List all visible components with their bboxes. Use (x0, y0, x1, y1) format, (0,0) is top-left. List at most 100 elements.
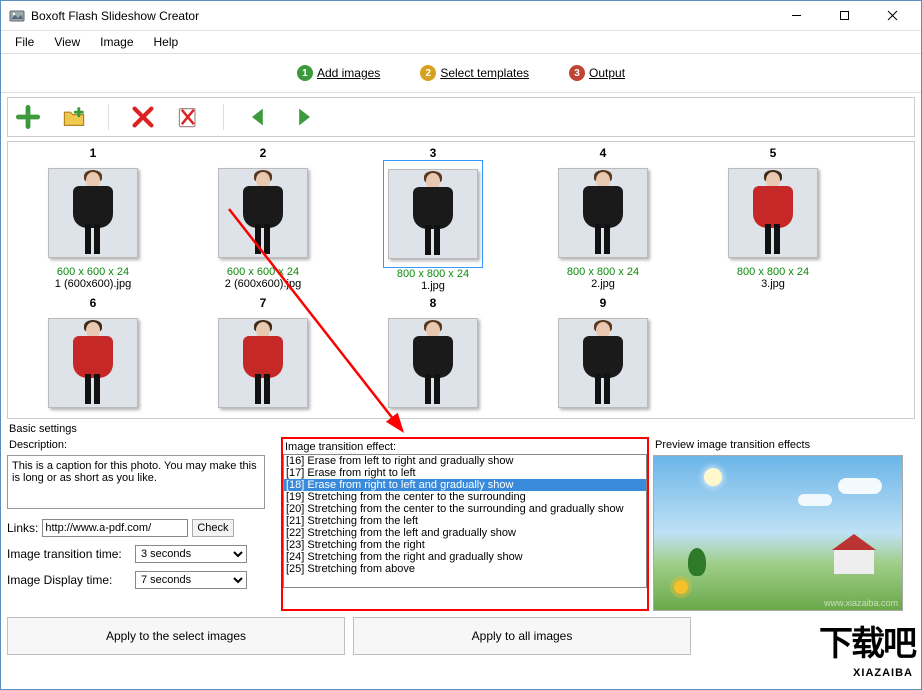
thumbnail-number: 7 (178, 296, 348, 310)
effect-option[interactable]: [21] Stretching from the left (284, 515, 646, 527)
preview-panel: Preview image transition effects www.xia… (653, 437, 905, 611)
thumbnail-item[interactable]: 3 800 x 800 x 241.jpg (348, 146, 518, 292)
effect-option[interactable]: [23] Stretching from the right (284, 539, 646, 551)
thumbnail-number: 2 (178, 146, 348, 160)
effect-option[interactable]: [17] Erase from right to left (284, 467, 646, 479)
thumbnail-image (48, 168, 138, 258)
step-label-1: Add images (317, 66, 380, 80)
display-time-label: Image Display time: (7, 573, 131, 587)
delete-button[interactable] (131, 105, 155, 129)
thumbnail-item[interactable]: 4 800 x 800 x 242.jpg (518, 146, 688, 292)
thumbnail-item[interactable]: 1 600 x 600 x 241 (600x600).jpg (8, 146, 178, 292)
links-input[interactable] (42, 519, 188, 537)
description-label: Description: (9, 439, 277, 451)
check-button[interactable]: Check (192, 519, 233, 537)
watermark-sub: XIAZAIBA (853, 667, 913, 679)
thumbnail-item[interactable]: 9 (518, 296, 688, 416)
thumbnail-filename: 3.jpg (688, 278, 858, 290)
effect-option[interactable]: [25] Stretching from above (284, 563, 646, 575)
maximize-button[interactable] (829, 4, 859, 28)
step-badge-2: 2 (420, 65, 436, 81)
thumbnail-panel[interactable]: 1 600 x 600 x 241 (600x600).jpg 2 600 x 600… (7, 141, 915, 419)
thumbnail-image (558, 318, 648, 408)
thumbnail-filename: 2 (600x600).jpg (178, 278, 348, 290)
thumbnail-dims: 800 x 800 x 24 (348, 268, 518, 280)
effect-listbox[interactable]: [16] Erase from left to right and gradua… (283, 454, 647, 588)
app-icon (9, 8, 25, 24)
prev-button[interactable] (246, 105, 270, 129)
menu-image[interactable]: Image (92, 33, 141, 51)
menu-file[interactable]: File (7, 33, 42, 51)
basic-settings-label: Basic settings (9, 423, 915, 435)
thumbnail-item[interactable]: 5 800 x 800 x 243.jpg (688, 146, 858, 292)
thumbnail-dims: 800 x 800 x 24 (688, 266, 858, 278)
preview-image: www.xiazaiba.com (653, 455, 903, 611)
links-label: Links: (7, 521, 38, 535)
step-badge-3: 3 (569, 65, 585, 81)
thumbnail-number: 6 (8, 296, 178, 310)
apply-select-button[interactable]: Apply to the select images (7, 617, 345, 655)
settings-area: Basic settings Description: This is a ca… (7, 423, 915, 611)
thumbnail-item[interactable]: 6 (8, 296, 178, 416)
thumbnail-image (218, 318, 308, 408)
window-controls (781, 4, 913, 28)
apply-row: Apply to the select images Apply to all … (7, 617, 915, 655)
thumbnail-number: 8 (348, 296, 518, 310)
effect-option[interactable]: [18] Erase from right to left and gradua… (284, 479, 646, 491)
menubar: File View Image Help (1, 31, 921, 53)
step-label-3: Output (589, 66, 625, 80)
apply-all-button[interactable]: Apply to all images (353, 617, 691, 655)
clear-all-button[interactable] (177, 105, 201, 129)
thumbnail-filename: 1.jpg (348, 280, 518, 292)
thumbnail-filename: 1 (600x600).jpg (8, 278, 178, 290)
step-add-images[interactable]: 1 Add images (297, 65, 380, 81)
preview-label: Preview image transition effects (655, 439, 905, 451)
minimize-button[interactable] (781, 4, 811, 28)
thumbnail-image (48, 318, 138, 408)
thumbnail-item[interactable]: 7 (178, 296, 348, 416)
thumbnail-dims: 800 x 800 x 24 (518, 266, 688, 278)
add-folder-button[interactable] (62, 105, 86, 129)
step-output[interactable]: 3 Output (569, 65, 625, 81)
thumbnail-image (558, 168, 648, 258)
effect-list-label: Image transition effect: (285, 441, 645, 453)
toolbar-separator-2 (223, 104, 224, 130)
thumbnail-item[interactable]: 8 (348, 296, 518, 416)
thumbnail-image (218, 168, 308, 258)
next-button[interactable] (292, 105, 316, 129)
effect-option[interactable]: [16] Erase from left to right and gradua… (284, 455, 646, 467)
thumbnail-image (388, 169, 478, 259)
thumbnail-item[interactable]: 2 600 x 600 x 242 (600x600).jpg (178, 146, 348, 292)
thumbnail-dims: 600 x 600 x 24 (8, 266, 178, 278)
toolbar-separator (108, 104, 109, 130)
thumbnail-number: 9 (518, 296, 688, 310)
thumbnail-filename: 2.jpg (518, 278, 688, 290)
step-select-templates[interactable]: 2 Select templates (420, 65, 529, 81)
effect-option[interactable]: [24] Stretching from the right and gradu… (284, 551, 646, 563)
step-bar: 1 Add images 2 Select templates 3 Output (1, 53, 921, 93)
effect-option[interactable]: [22] Stretching from the left and gradua… (284, 527, 646, 539)
transition-time-label: Image transition time: (7, 547, 131, 561)
window-title: Boxoft Flash Slideshow Creator (31, 9, 781, 23)
display-time-select[interactable]: 7 seconds (135, 571, 247, 589)
menu-help[interactable]: Help (146, 33, 187, 51)
close-button[interactable] (877, 4, 907, 28)
thumbnail-number: 5 (688, 146, 858, 160)
transition-effect-panel: Image transition effect: [16] Erase from… (281, 437, 649, 611)
thumbnail-number: 4 (518, 146, 688, 160)
description-textarea[interactable]: This is a caption for this photo. You ma… (7, 455, 265, 509)
effect-option[interactable]: [20] Stretching from the center to the s… (284, 503, 646, 515)
menu-view[interactable]: View (46, 33, 88, 51)
thumbnail-image (388, 318, 478, 408)
add-image-button[interactable] (16, 105, 40, 129)
left-settings: Description: This is a caption for this … (7, 437, 277, 611)
thumbnail-dims: 600 x 600 x 24 (178, 266, 348, 278)
titlebar: Boxoft Flash Slideshow Creator (1, 1, 921, 31)
thumbnail-number: 1 (8, 146, 178, 160)
toolbar (7, 97, 915, 137)
transition-time-select[interactable]: 3 seconds (135, 545, 247, 563)
thumbnail-number: 3 (348, 146, 518, 160)
step-label-2: Select templates (440, 66, 529, 80)
effect-option[interactable]: [19] Stretching from the center to the s… (284, 491, 646, 503)
step-badge-1: 1 (297, 65, 313, 81)
